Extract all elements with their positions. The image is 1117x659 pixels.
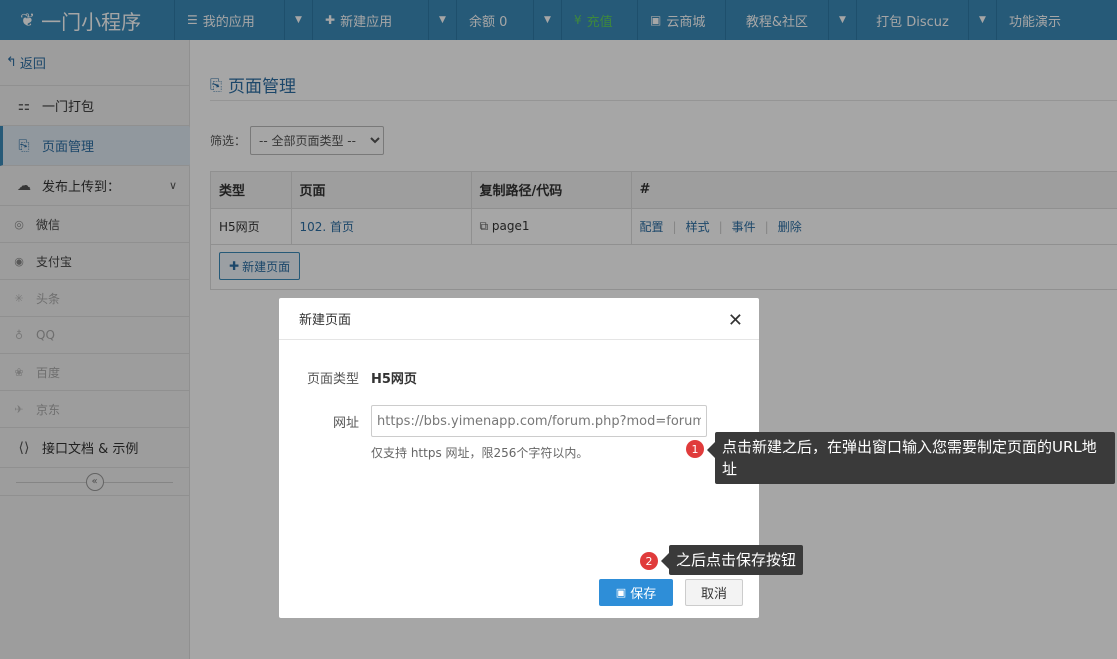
url-input[interactable] bbox=[371, 405, 707, 437]
save-button-label: 保存 bbox=[630, 587, 657, 602]
tip-badge-2: 2 bbox=[640, 552, 658, 570]
page-type-value: H5网页 bbox=[371, 372, 417, 387]
dialog-title: 新建页面 bbox=[299, 313, 352, 328]
url-label: 网址 bbox=[332, 415, 359, 431]
save-button[interactable]: ▣ 保存 bbox=[599, 579, 673, 606]
url-row: 网址 bbox=[279, 405, 707, 437]
tip-callout-1: 点击新建之后，在弹出窗口输入您需要制定页面的URL地址 bbox=[715, 432, 1115, 484]
save-icon: ▣ bbox=[615, 586, 627, 599]
tip-callout-2: 之后点击保存按钮 bbox=[669, 545, 804, 575]
page-type-label: 页面类型 bbox=[306, 372, 359, 387]
dialog-header: 新建页面 ✕ bbox=[279, 298, 759, 340]
tip-arrow-1 bbox=[707, 442, 715, 458]
url-help-text: 仅支持 https 网址，限256个字符以内。 bbox=[371, 446, 589, 460]
cancel-button[interactable]: 取消 bbox=[685, 579, 743, 606]
tip-badge-1: 1 bbox=[686, 440, 704, 458]
page-type-row: 页面类型 H5网页 bbox=[279, 368, 417, 387]
tip-arrow-2 bbox=[661, 553, 669, 569]
close-icon[interactable]: ✕ bbox=[728, 310, 743, 331]
